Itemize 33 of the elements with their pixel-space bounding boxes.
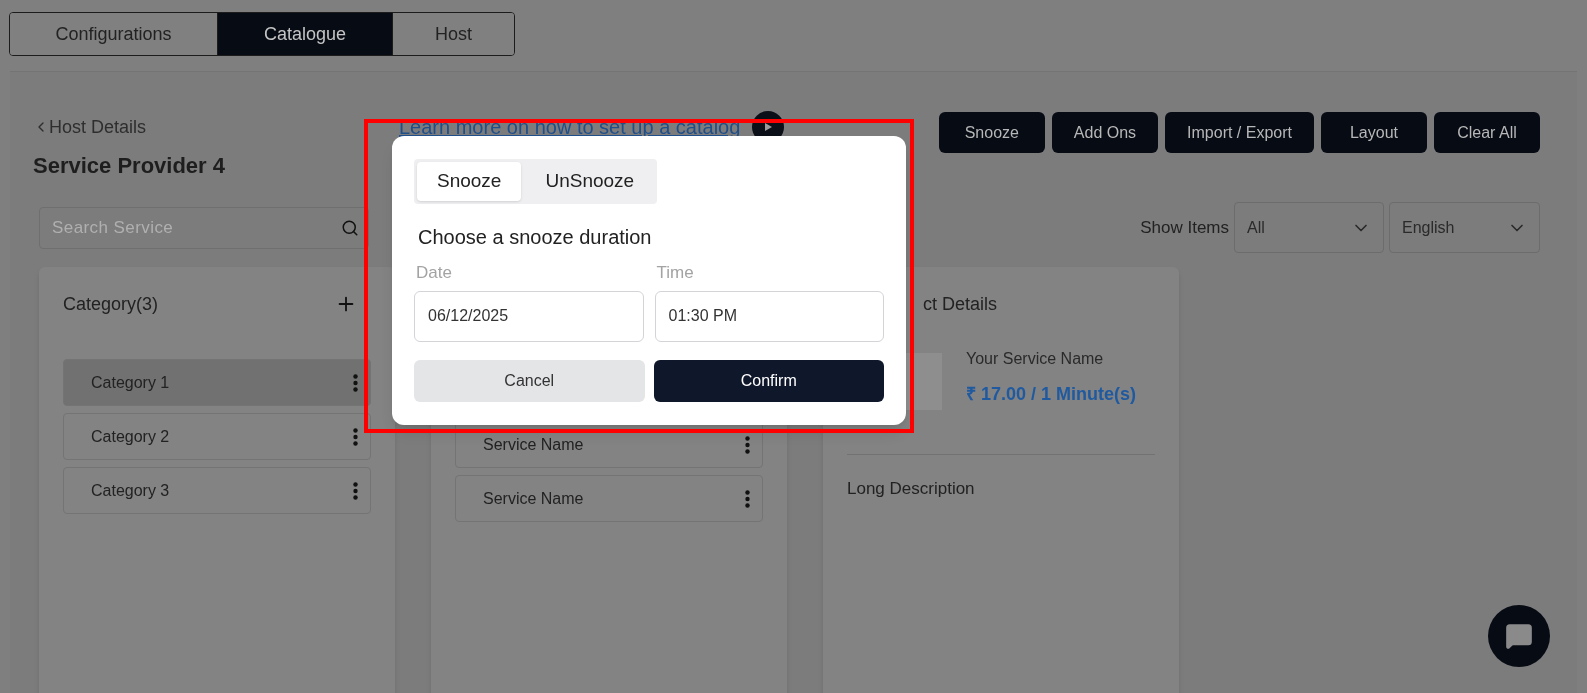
more-icon[interactable]	[353, 373, 358, 392]
chat-icon	[1505, 622, 1533, 650]
top-tab[interactable]: Host	[392, 13, 514, 55]
field-label: Time	[656, 262, 695, 284]
action-button[interactable]: Clear All	[1434, 112, 1540, 153]
action-button[interactable]: Import / Export	[1165, 112, 1314, 153]
snooze-tab[interactable]: UnSnooze	[525, 162, 655, 201]
top-tab[interactable]: Catalogue	[217, 13, 392, 55]
category-item[interactable]: Category 2	[63, 413, 371, 460]
date-field[interactable]: 06/12/2025	[414, 290, 644, 342]
service-price: ₹ 17.00 / 1 Minute(s)	[966, 383, 1137, 406]
cancel-button[interactable]: Cancel	[414, 359, 645, 402]
details-title: ct Details	[923, 293, 998, 316]
page-title: Service Provider 4	[33, 152, 226, 180]
more-icon[interactable]	[353, 481, 358, 500]
category-item[interactable]: Category 3	[63, 467, 371, 514]
more-icon[interactable]	[745, 489, 750, 508]
search-icon	[341, 218, 359, 237]
confirm-button[interactable]: Confirm	[653, 359, 884, 402]
snooze-tab[interactable]: Snooze	[417, 162, 522, 201]
field-label: Date	[416, 262, 453, 284]
action-button[interactable]: Add Ons	[1051, 112, 1159, 153]
show-items-label: Show Items	[1140, 216, 1229, 239]
action-button[interactable]: Snooze	[938, 112, 1045, 153]
category-title: Category(3)	[63, 292, 159, 316]
more-icon[interactable]	[745, 435, 750, 454]
time-field[interactable]: 01:30 PM	[654, 290, 884, 342]
service-item[interactable]: Service Name	[455, 475, 763, 522]
service-name: Your Service Name	[966, 349, 1105, 369]
long-description-label: Long Description	[847, 478, 976, 500]
action-button[interactable]: Layout	[1321, 112, 1427, 153]
more-icon[interactable]	[353, 427, 358, 446]
dialog-heading: Choose a snooze duration	[418, 225, 653, 250]
